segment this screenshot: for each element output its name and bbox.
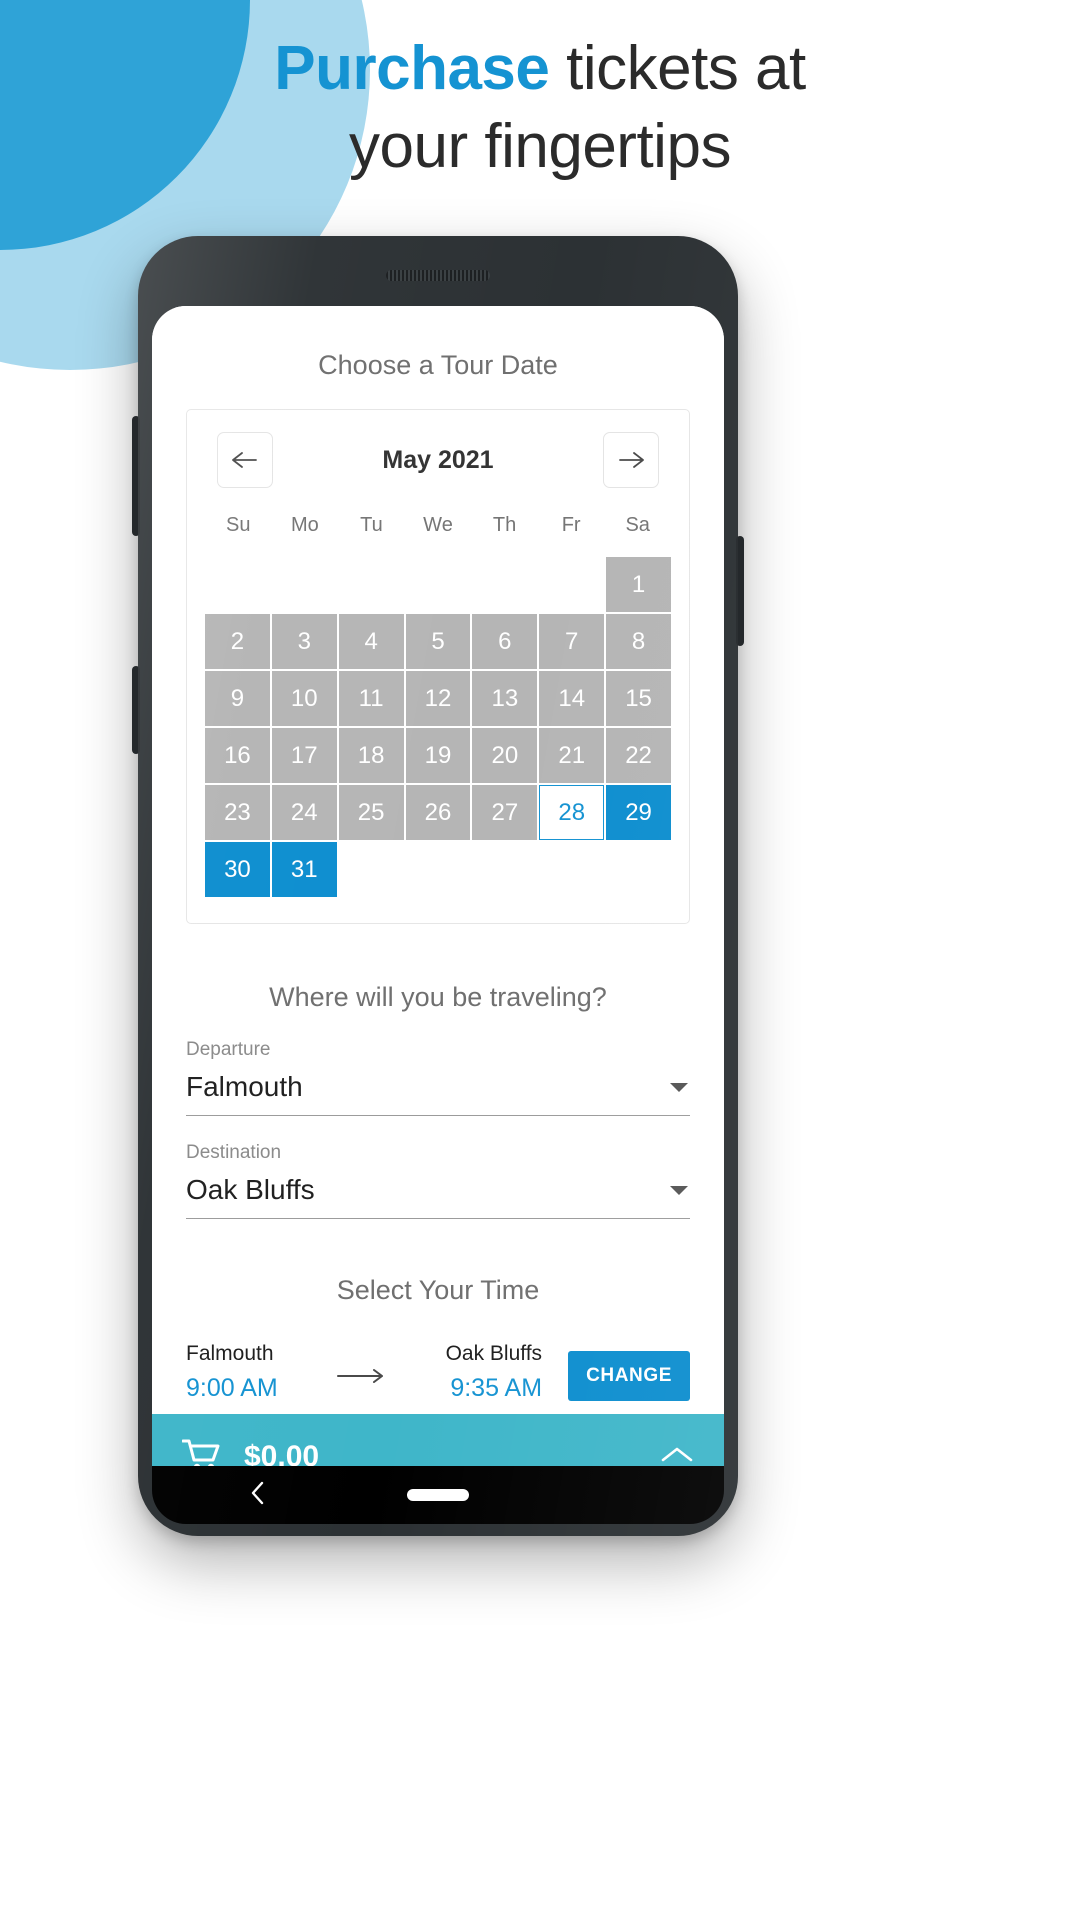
- arrival-leg-time: 9:35 AM: [450, 1374, 543, 1402]
- departure-leg-place: Falmouth: [186, 1342, 274, 1365]
- calendar-day-13: 13: [472, 671, 538, 726]
- departure-label: Departure: [186, 1039, 271, 1060]
- time-section-title: Select Your Time: [336, 1275, 540, 1305]
- calendar-day-26: 26: [405, 785, 471, 840]
- calendar-day-28[interactable]: 28: [539, 785, 605, 840]
- weekday-header-th: Th: [492, 514, 517, 536]
- calendar-day-16: 16: [205, 728, 270, 783]
- power-button[interactable]: [736, 536, 744, 646]
- leg-arrow-icon: [288, 1367, 436, 1403]
- calendar-day-6: 6: [472, 614, 538, 669]
- calendar-day-23: 23: [205, 785, 270, 840]
- calendar-day-20: 20: [472, 728, 538, 783]
- weekday-header-su: Su: [226, 514, 251, 536]
- calendar-nav: May 2021: [205, 432, 671, 488]
- calendar-day-7: 7: [539, 614, 605, 669]
- calendar-day-31[interactable]: 31: [271, 842, 337, 897]
- calendar-day-3: 3: [271, 614, 337, 669]
- departure-leg: Falmouth 9:00 AM: [186, 1342, 278, 1403]
- calendar-empty-cell: [339, 557, 404, 612]
- travel-section-title: Where will you be traveling?: [269, 982, 607, 1012]
- headline-accent-word: Purchase: [274, 34, 550, 103]
- weekday-header-fr: Fr: [561, 514, 581, 536]
- arrow-left-icon: [231, 450, 259, 470]
- weekday-header-we: We: [423, 514, 453, 536]
- page-headline: Purchase tickets at your fingertips: [0, 30, 1080, 186]
- destination-value: Oak Bluffs: [186, 1174, 315, 1205]
- home-pill-icon[interactable]: [407, 1489, 469, 1501]
- departure-select[interactable]: Falmouth: [186, 1071, 690, 1116]
- destination-label: Destination: [186, 1142, 282, 1163]
- weekday-header-mo: Mo: [290, 514, 319, 536]
- calendar-empty-cell: [406, 557, 471, 612]
- calendar-month-label: May 2021: [382, 445, 494, 474]
- phone-screen: Choose a Tour Date May 2021 Su Mo Tu We …: [152, 306, 724, 1500]
- calendar-section-title: Choose a Tour Date: [318, 350, 558, 380]
- calendar-day-9: 9: [205, 671, 270, 726]
- earpiece-speaker-icon: [386, 270, 490, 281]
- calendar-day-11: 11: [338, 671, 404, 726]
- departure-field[interactable]: Departure Falmouth: [186, 1013, 690, 1116]
- calendar-day-10: 10: [271, 671, 337, 726]
- next-month-button[interactable]: [602, 432, 659, 488]
- calendar-day-4: 4: [338, 614, 404, 669]
- destination-select[interactable]: Oak Bluffs: [186, 1174, 690, 1219]
- chevron-down-icon: [670, 1185, 688, 1195]
- calendar-day-17: 17: [271, 728, 337, 783]
- app-scroll-area[interactable]: Choose a Tour Date May 2021 Su Mo Tu We …: [152, 306, 724, 1414]
- weekday-header-tu: Tu: [360, 514, 383, 536]
- headline-line2: your fingertips: [349, 112, 731, 182]
- chevron-down-icon: [670, 1082, 688, 1092]
- calendar-day-27: 27: [472, 785, 538, 840]
- calendar-card: May 2021 Su Mo Tu We Th Fr Sa 1 2 3 4 5 6 7 8 9 10 11 12 1…: [186, 409, 690, 924]
- volume-up-button[interactable]: [132, 416, 140, 536]
- calendar-day-19: 19: [405, 728, 471, 783]
- calendar-day-25: 25: [338, 785, 404, 840]
- arrival-leg: Oak Bluffs 9:35 AM: [446, 1342, 543, 1403]
- calendar-empty-cell: [272, 557, 337, 612]
- calendar-day-1: 1: [606, 557, 671, 612]
- calendar-day-21: 21: [539, 728, 605, 783]
- departure-value: Falmouth: [186, 1071, 303, 1102]
- headline-rest-line1: tickets at: [549, 34, 806, 103]
- calendar-day-14: 14: [539, 671, 605, 726]
- destination-field[interactable]: Destination Oak Bluffs: [186, 1116, 690, 1219]
- calendar-day-29[interactable]: 29: [606, 785, 671, 840]
- prev-month-button[interactable]: [217, 432, 273, 488]
- calendar-empty-cell: [205, 557, 270, 612]
- calendar-day-grid[interactable]: 1 2 3 4 5 6 7 8 9 10 11 12 13 14 15 16 17 18 19 20 21 22 23 24 2…: [205, 557, 671, 897]
- back-chevron-icon[interactable]: [248, 1479, 268, 1512]
- calendar-weekday-row: Su Mo Tu We Th Fr Sa: [205, 514, 671, 537]
- android-navigation-bar: [152, 1466, 724, 1524]
- calendar-day-2: 2: [205, 614, 270, 669]
- calendar-empty-cell: [472, 557, 537, 612]
- calendar-day-22: 22: [606, 728, 671, 783]
- time-selection-row: Falmouth 9:00 AM Oak Bluffs 9:35 AM CHAN…: [186, 1342, 690, 1403]
- calendar-empty-cell: [539, 557, 604, 612]
- calendar-day-24: 24: [271, 785, 337, 840]
- arrow-right-icon: [617, 450, 645, 470]
- volume-down-button[interactable]: [132, 666, 140, 754]
- calendar-day-8: 8: [606, 614, 671, 669]
- weekday-header-sa: Sa: [625, 514, 650, 536]
- departure-leg-time: 9:00 AM: [186, 1374, 278, 1402]
- calendar-day-12: 12: [405, 671, 471, 726]
- calendar-day-30[interactable]: 30: [205, 842, 270, 897]
- change-time-button[interactable]: CHANGE: [568, 1351, 690, 1401]
- arrival-leg-place: Oak Bluffs: [445, 1342, 543, 1365]
- calendar-day-15: 15: [606, 671, 671, 726]
- phone-mockup: Choose a Tour Date May 2021 Su Mo Tu We …: [132, 236, 744, 1536]
- calendar-day-5: 5: [405, 614, 471, 669]
- calendar-day-18: 18: [338, 728, 404, 783]
